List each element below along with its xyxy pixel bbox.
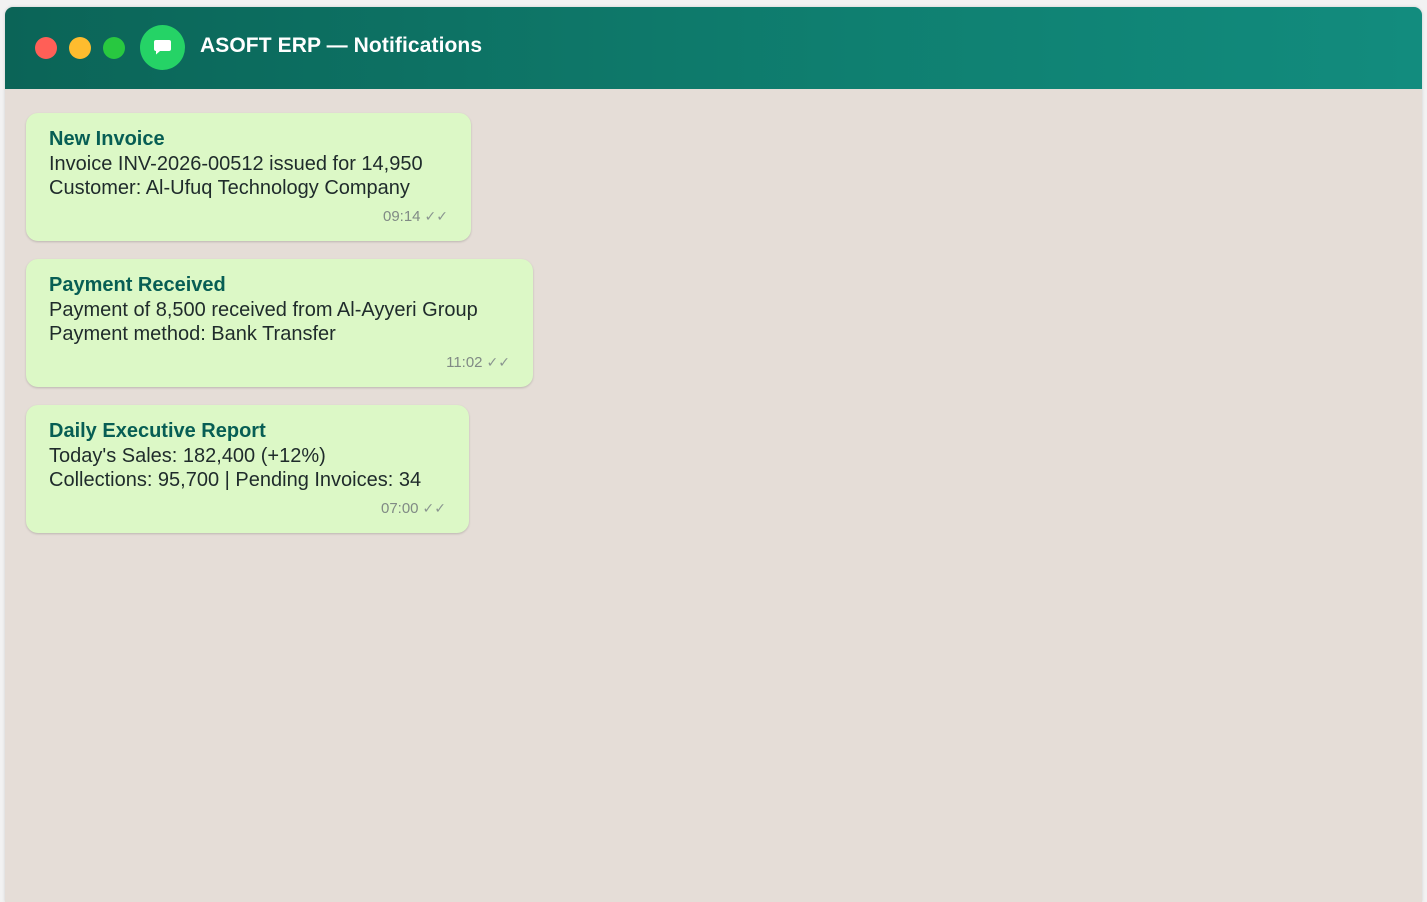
maximize-window-button[interactable]	[103, 37, 125, 59]
double-check-icon: ✓✓	[422, 500, 446, 516]
notification-line: Invoice INV-2026-00512 issued for 14,950	[49, 153, 423, 175]
notification-meta: 09:14 ✓✓	[49, 206, 448, 227]
minimize-window-button[interactable]	[69, 37, 91, 59]
notification-meta: 07:00 ✓✓	[49, 498, 446, 519]
notification-line: Collections: 95,700 | Pending Invoices: …	[49, 469, 422, 491]
notification-line: Customer: Al-Ufuq Technology Company	[49, 177, 410, 199]
chat-bubble-icon-glyph	[154, 40, 171, 55]
notification-line: Payment of 8,500 received from Al-Ayyeri…	[49, 299, 478, 321]
notification-line: Payment method: Bank Transfer	[49, 323, 336, 345]
notification-title: New Invoice	[49, 128, 165, 150]
title-bar: ASOFT ERP — Notifications	[5, 7, 1422, 89]
notification-list: New Invoice Invoice INV-2026-00512 issue…	[26, 113, 533, 551]
notification-title: Daily Executive Report	[49, 420, 266, 442]
window-title: ASOFT ERP — Notifications	[200, 34, 483, 57]
notification-line: Today's Sales: 182,400 (+12%)	[49, 445, 326, 467]
notification-bubble-daily-report[interactable]: Daily Executive Report Today's Sales: 18…	[26, 405, 469, 533]
notification-bubble-payment-received[interactable]: Payment Received Payment of 8,500 receiv…	[26, 259, 533, 387]
notification-bubble-new-invoice[interactable]: New Invoice Invoice INV-2026-00512 issue…	[26, 113, 471, 241]
chat-bubble-icon	[140, 25, 185, 70]
notifications-window: ASOFT ERP — Notifications New Invoice In…	[5, 7, 1422, 902]
close-window-button[interactable]	[35, 37, 57, 59]
notification-time: 11:02	[446, 354, 483, 371]
double-check-icon: ✓✓	[424, 208, 448, 224]
notification-meta: 11:02 ✓✓	[49, 352, 510, 373]
notification-time: 09:14	[382, 208, 421, 225]
notification-time: 07:00	[380, 500, 419, 517]
double-check-icon: ✓✓	[486, 354, 510, 370]
notification-title: Payment Received	[49, 274, 226, 296]
